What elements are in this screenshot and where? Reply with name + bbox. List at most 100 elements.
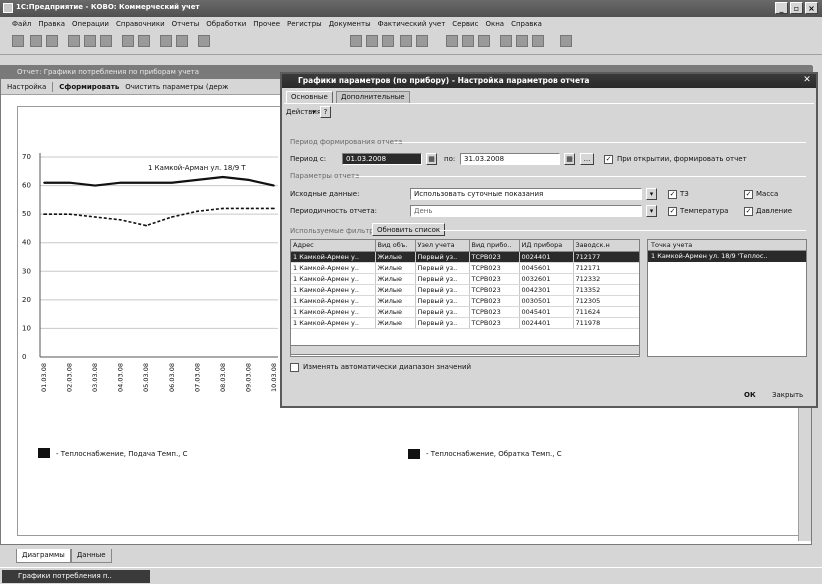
col-device-type[interactable]: Вид прибо.. (469, 240, 520, 252)
menu-other[interactable]: Прочее (253, 20, 280, 28)
close-button[interactable]: Закрыть (772, 391, 803, 399)
maximize-button[interactable]: ▫ (790, 2, 803, 14)
preview-icon[interactable] (138, 35, 150, 47)
col-object-type[interactable]: Вид объ. (375, 240, 416, 252)
list-item[interactable]: 1 Камкой-Армен ул. 18/9 'Теплос.. (648, 251, 806, 262)
ok-button[interactable]: ОК (744, 391, 756, 399)
menu-file[interactable]: Файл (12, 20, 31, 28)
table-row[interactable]: 1 Камкой-Армен у.. Жилые Первый уз.. ТСР… (291, 284, 639, 296)
y-tick-label: 60 (22, 182, 31, 190)
data-point (145, 224, 148, 227)
cell-object-type: Жилые (375, 284, 416, 296)
cell-device-type: ТСРВ023 (469, 295, 520, 307)
x-tick-label: 07.03.08 (193, 363, 201, 392)
tool-c-icon[interactable] (382, 35, 394, 47)
print-icon[interactable] (122, 35, 134, 47)
menu-documents[interactable]: Документы (329, 20, 371, 28)
tab-data[interactable]: Данные (70, 549, 112, 563)
cell-address: 1 Камкой-Армен у.. (291, 251, 376, 263)
tool-j-icon[interactable] (560, 35, 572, 47)
table-row[interactable]: 1 Камкой-Армен у.. Жилые Первый уз.. ТСР… (291, 306, 639, 318)
grid-horizontal-scrollbar[interactable] (290, 345, 640, 355)
cell-device-id: 0024401 (519, 317, 574, 329)
menu-service[interactable]: Сервис (452, 20, 478, 28)
table-row[interactable]: 1 Камкой-Армен у.. Жилые Первый уз.. ТСР… (291, 295, 639, 307)
tool-d-icon[interactable] (400, 35, 412, 47)
tab-additional[interactable]: Дополнительные (336, 91, 410, 103)
auto-generate-checkbox[interactable]: ✓ (604, 155, 613, 164)
find-icon[interactable] (198, 35, 210, 47)
period-from-input[interactable]: 01.03.2008 (342, 153, 422, 165)
calculator-icon[interactable] (446, 35, 458, 47)
calendar-to-icon[interactable]: ▦ (564, 153, 575, 165)
col-device-id[interactable]: ИД прибора (519, 240, 574, 252)
menu-operations[interactable]: Операции (72, 20, 109, 28)
tool-e-icon[interactable] (416, 35, 428, 47)
menu-registers[interactable]: Регистры (287, 20, 322, 28)
tool-h-icon[interactable] (516, 35, 528, 47)
menu-processing[interactable]: Обработки (206, 20, 246, 28)
tool-a-icon[interactable] (350, 35, 362, 47)
periodicity-dropdown-icon[interactable]: ▾ (646, 205, 657, 217)
dropdown-arrow-icon[interactable]: ▾ (312, 108, 316, 116)
menu-actual-accounting[interactable]: Фактический учет (378, 20, 446, 28)
legend-label-return: - Теплоснабжение, Обратка Темп., С (426, 450, 562, 458)
meters-grid[interactable]: Адрес Вид объ. Узел учета Вид прибо.. ИД… (290, 239, 640, 357)
help-button[interactable]: ? (320, 106, 331, 118)
col-serial[interactable]: Заводск.н (573, 240, 639, 252)
menu-help[interactable]: Справка (511, 20, 542, 28)
x-tick-label: 03.03.08 (91, 363, 99, 392)
cell-device-id: 0045601 (519, 262, 574, 274)
source-dropdown-icon[interactable]: ▾ (646, 188, 657, 200)
taskbar-window-button[interactable]: Графики потребления п.. (2, 570, 150, 583)
metering-points-list[interactable]: Точка учета 1 Камкой-Армен ул. 18/9 'Теп… (647, 239, 807, 357)
series-line (44, 175, 275, 187)
table-row[interactable]: 1 Камкой-Армен у.. Жилые Первый уз.. ТСР… (291, 262, 639, 274)
menu-catalogs[interactable]: Справочники (116, 20, 165, 28)
calendar-icon[interactable] (462, 35, 474, 47)
period-select-button[interactable]: ... (580, 153, 594, 165)
menu-windows[interactable]: Окна (485, 20, 504, 28)
period-to-input[interactable]: 31.03.2008 (460, 153, 560, 165)
source-select[interactable]: Использовать суточные показания (410, 188, 642, 200)
menu-edit[interactable]: Правка (38, 20, 65, 28)
tool-i-icon[interactable] (532, 35, 544, 47)
series-line (44, 207, 274, 227)
close-app-button[interactable]: × (805, 2, 818, 14)
copy-icon[interactable] (84, 35, 96, 47)
tool-g-icon[interactable] (500, 35, 512, 47)
tab-diagrams[interactable]: Диаграммы (16, 549, 71, 563)
auto-range-checkbox[interactable] (290, 363, 299, 372)
data-point (222, 207, 224, 210)
cell-address: 1 Камкой-Армен у.. (291, 306, 376, 318)
x-tick-label: 08.03.08 (219, 363, 227, 392)
table-row[interactable]: 1 Камкой-Армен у.. Жилые Первый уз.. ТСР… (291, 317, 639, 329)
new-doc-icon[interactable] (12, 35, 24, 47)
open-icon[interactable] (30, 35, 42, 47)
tab-main[interactable]: Основные (286, 91, 333, 103)
periodicity-select[interactable]: День (410, 205, 642, 217)
tool-b-icon[interactable] (366, 35, 378, 47)
redo-icon[interactable] (176, 35, 188, 47)
cell-device-id: 0032601 (519, 273, 574, 285)
t3-checkbox[interactable]: ✓ (668, 190, 677, 199)
mass-checkbox[interactable]: ✓ (744, 190, 753, 199)
temperature-checkbox[interactable]: ✓ (668, 207, 677, 216)
refresh-list-button[interactable]: Обновить список (372, 223, 446, 236)
pressure-checkbox[interactable]: ✓ (744, 207, 753, 216)
cut-icon[interactable] (68, 35, 80, 47)
table-row[interactable]: 1 Камкой-Армен у.. Жилые Первый уз.. ТСР… (291, 273, 639, 285)
menu-reports[interactable]: Отчеты (172, 20, 200, 28)
data-point (43, 181, 45, 184)
tool-f-icon[interactable] (478, 35, 490, 47)
dialog-close-icon[interactable]: ✕ (801, 75, 813, 86)
col-node[interactable]: Узел учета (415, 240, 470, 252)
data-point (119, 181, 122, 184)
calendar-from-icon[interactable]: ▦ (426, 153, 437, 165)
save-icon[interactable] (46, 35, 58, 47)
table-row[interactable]: 1 Камкой-Армен у.. Жилые Первый уз.. ТСР… (291, 251, 639, 263)
paste-icon[interactable] (100, 35, 112, 47)
col-address[interactable]: Адрес (291, 240, 376, 252)
undo-icon[interactable] (160, 35, 172, 47)
minimize-button[interactable]: _ (775, 2, 788, 14)
